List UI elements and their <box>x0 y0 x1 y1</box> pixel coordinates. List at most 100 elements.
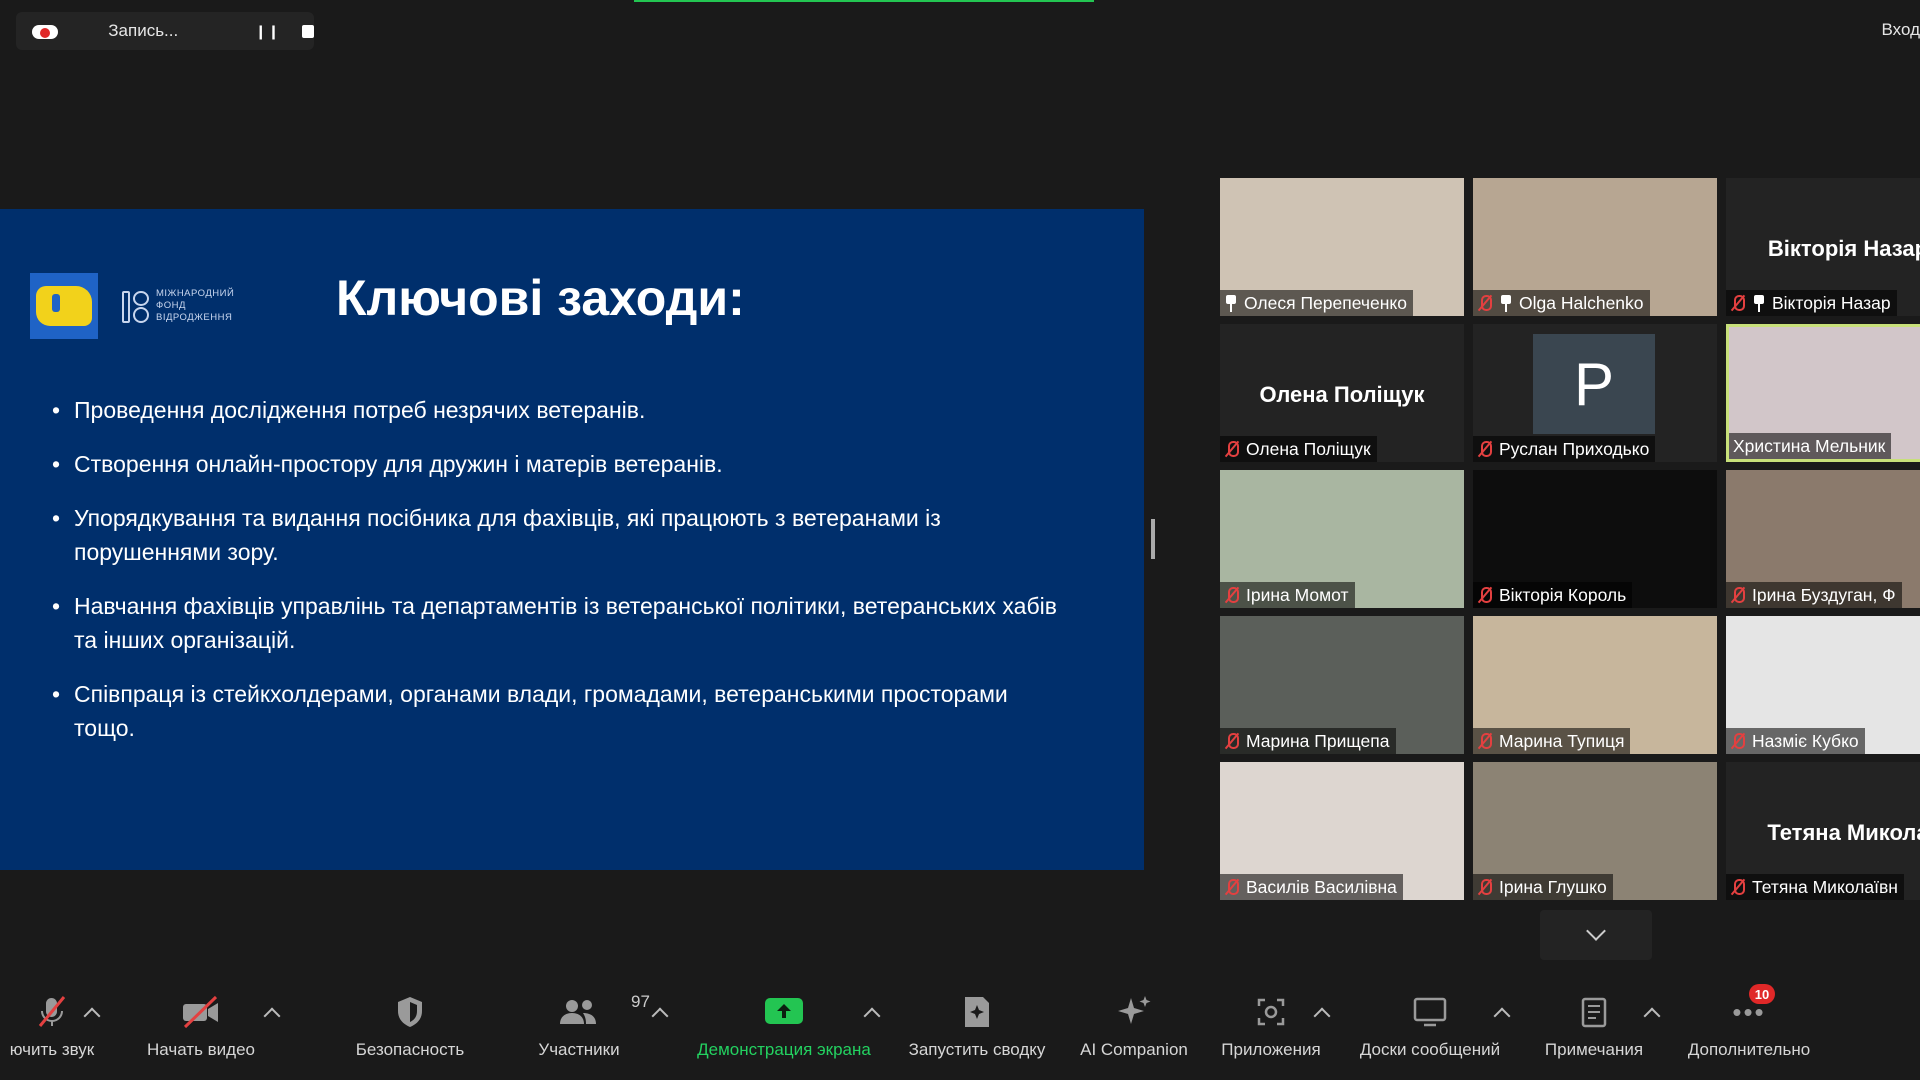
participant-name-label: Ірина Глушко <box>1473 874 1613 900</box>
participant-tile[interactable]: Olga Halchenko <box>1473 178 1717 316</box>
participants-options-caret[interactable] <box>651 1007 669 1025</box>
participants-count: 97 <box>631 992 650 1011</box>
participant-tile[interactable]: Христина Мельник <box>1726 324 1920 462</box>
more-button[interactable]: ••• 10 Дополнительно <box>1678 984 1820 1072</box>
recording-pill: Запись... ❙❙ <box>16 12 314 50</box>
apps-button[interactable]: Приложения <box>1214 992 1328 1072</box>
recording-label: Запись... <box>108 21 179 40</box>
participant-name: Вікторія Король <box>1499 584 1627 605</box>
ukraine-map-logo <box>30 273 98 339</box>
participant-name: Ірина Буздуган, Ф <box>1752 584 1896 605</box>
participant-tile[interactable]: Ірина Момот <box>1220 470 1464 608</box>
whiteboards-button[interactable]: Доски сообщений <box>1350 992 1510 1072</box>
microphone-muted-icon <box>34 992 70 1032</box>
participant-name-label: Olga Halchenko <box>1473 290 1650 316</box>
pause-recording-button[interactable]: ❙❙ <box>255 23 280 40</box>
participant-tile[interactable]: Вікторія Король <box>1473 470 1717 608</box>
participant-tile[interactable]: Олена Поліщук Олена Поліщук <box>1220 324 1464 462</box>
participant-name: Ірина Момот <box>1246 584 1349 605</box>
pin-icon <box>1224 294 1238 312</box>
summary-icon <box>960 992 994 1032</box>
slide-bullet: Навчання фахівців управлінь та департаме… <box>50 589 1070 657</box>
slide-bullet: Проведення дослідження потреб незрячих в… <box>50 393 1070 427</box>
avatar: P <box>1533 334 1655 434</box>
participant-tile[interactable]: P Руслан Приходько <box>1473 324 1717 462</box>
participant-name: Ірина Глушко <box>1499 876 1607 897</box>
participant-name: Вікторія Назар <box>1772 292 1891 313</box>
participant-name: Христина Мельник <box>1733 435 1886 456</box>
participant-name-label: Марина Тупиця <box>1473 728 1631 754</box>
share-screen-button[interactable]: Демонстрация экрана <box>688 992 880 1072</box>
participant-name-label: Христина Мельник <box>1729 433 1892 459</box>
participant-name: Назміє Кубко <box>1752 730 1859 751</box>
participant-name: Марина Прищепа <box>1246 730 1390 751</box>
notes-icon <box>1578 992 1610 1032</box>
gallery-next-page-button[interactable] <box>1540 910 1652 960</box>
participant-display-name: Вікторія Назар <box>1767 236 1920 261</box>
start-video-button[interactable]: Начать видео <box>140 992 262 1072</box>
microphone-muted-icon <box>1477 732 1493 750</box>
start-summary-button[interactable]: Запустить сводку <box>898 992 1056 1072</box>
participant-tile[interactable]: Олеся Перепеченко <box>1220 178 1464 316</box>
slide-bullet: Упорядкування та видання посібника для ф… <box>50 501 1070 569</box>
participant-tile[interactable]: Ірина Глушко <box>1473 762 1717 900</box>
ai-companion-button[interactable]: AI Companion <box>1074 992 1194 1072</box>
participant-tile[interactable]: Тетяна Микола Тетяна Миколаївн <box>1726 762 1920 900</box>
share-indicator-bar <box>634 0 1094 2</box>
participant-tile[interactable]: Назміє Кубко <box>1726 616 1920 754</box>
microphone-muted-icon <box>1224 440 1240 458</box>
sparkle-icon <box>1114 992 1154 1032</box>
share-screen-icon <box>764 992 804 1032</box>
video-options-caret[interactable] <box>263 1007 281 1025</box>
participant-name-label: Вікторія Король <box>1473 582 1633 608</box>
participant-name: Василів Василівна <box>1246 876 1397 897</box>
camera-off-icon <box>180 992 222 1032</box>
participant-name: Olga Halchenko <box>1519 292 1644 313</box>
microphone-muted-icon <box>1730 878 1746 896</box>
participant-tile[interactable]: Василів Василівна <box>1220 762 1464 900</box>
participant-name-label: Ірина Момот <box>1220 582 1355 608</box>
slide-bullet: Співпраця із стейкхолдерами, органами вл… <box>50 677 1070 745</box>
participant-name: Марина Тупиця <box>1499 730 1625 751</box>
splitter-handle[interactable] <box>1151 519 1155 559</box>
participant-name-label: Олеся Перепеченко <box>1220 290 1413 316</box>
shield-icon <box>393 992 427 1032</box>
pin-icon <box>1752 294 1766 312</box>
slide-bullet: Створення онлайн-простору для дружин і м… <box>50 447 1070 481</box>
participants-button[interactable]: 97 Участники <box>530 992 650 1072</box>
participant-name-label: Тетяна Миколаївн <box>1726 874 1904 900</box>
pin-icon <box>1499 294 1513 312</box>
microphone-muted-icon <box>1730 294 1746 312</box>
microphone-muted-icon <box>1477 878 1493 896</box>
apps-icon <box>1253 992 1289 1032</box>
participant-tile[interactable]: Марина Прищепа <box>1220 616 1464 754</box>
participant-name-label: Вікторія Назар <box>1726 290 1897 316</box>
participant-name: Олеся Перепеченко <box>1244 292 1407 313</box>
notes-button[interactable]: Примечания <box>1536 992 1652 1072</box>
enter-label[interactable]: Вход <box>1882 20 1920 40</box>
participant-name-label: Марина Прищепа <box>1220 728 1396 754</box>
participant-name-label: Назміє Кубко <box>1726 728 1865 754</box>
microphone-muted-icon <box>1224 732 1240 750</box>
participant-tile[interactable]: Марина Тупиця <box>1473 616 1717 754</box>
microphone-muted-icon <box>1224 878 1240 896</box>
more-dots-icon: ••• 10 <box>1729 984 1775 1032</box>
irf-logo-mark <box>122 291 150 323</box>
participant-name: Олена Поліщук <box>1246 438 1371 459</box>
participant-name: Руслан Приходько <box>1499 438 1650 459</box>
participant-name-label: Василів Василівна <box>1220 874 1403 900</box>
participant-name-label: Руслан Приходько <box>1473 436 1656 462</box>
shared-screen-slide: МІЖНАРОДНИЙ ФОНД ВІДРОДЖЕННЯ Ключові зах… <box>0 209 1144 870</box>
security-button[interactable]: Безопасность <box>350 992 470 1072</box>
participants-icon: 97 <box>557 992 650 1032</box>
participant-tile[interactable]: Ірина Буздуган, Ф <box>1726 470 1920 608</box>
participant-name: Тетяна Миколаївн <box>1752 876 1898 897</box>
unmute-button[interactable]: ючить звук <box>0 992 104 1072</box>
notification-badge: 10 <box>1749 984 1775 1004</box>
whiteboard-icon <box>1412 992 1448 1032</box>
participant-tile[interactable]: Вікторія Назар Вікторія Назар <box>1726 178 1920 316</box>
stop-recording-button[interactable] <box>302 24 314 38</box>
irf-logo-text: МІЖНАРОДНИЙ ФОНД ВІДРОДЖЕННЯ <box>156 288 235 323</box>
microphone-muted-icon <box>1477 586 1493 604</box>
cloud-record-icon <box>28 21 60 41</box>
